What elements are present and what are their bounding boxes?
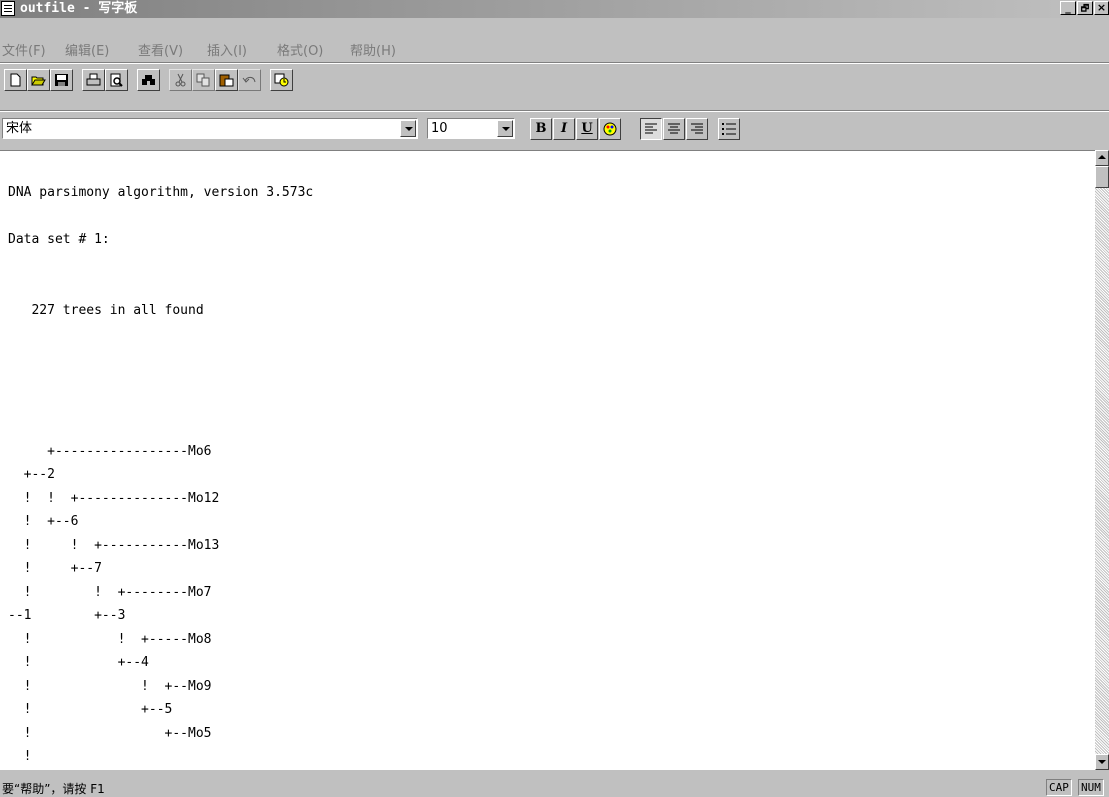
document-line: +--------------------Mo3	[8, 769, 313, 771]
document-line: ! +--6	[8, 514, 79, 529]
document-text[interactable]: DNA parsimony algorithm, version 3.573c …	[8, 181, 313, 770]
font-size-value: 10	[431, 121, 448, 136]
align-left-icon	[645, 123, 657, 134]
chevron-down-icon[interactable]	[497, 120, 513, 137]
underline-icon: U	[581, 121, 593, 136]
font-name-value: 宋体	[6, 121, 33, 136]
document-line: DNA parsimony algorithm, version 3.573c	[8, 185, 314, 200]
bullet-list-icon	[722, 123, 736, 135]
menu-view[interactable]: 查看(V)	[138, 40, 183, 59]
title-bar[interactable]: outfile - 写字板 _ 🗗 ×	[0, 0, 1109, 18]
color-palette-icon	[603, 122, 617, 136]
document-line: Data set # 1:	[8, 232, 110, 247]
minimize-button[interactable]: _	[1060, 1, 1076, 15]
scroll-thumb[interactable]	[1095, 166, 1109, 188]
italic-icon: I	[560, 121, 568, 136]
new-button[interactable]	[4, 69, 27, 91]
save-icon	[55, 74, 68, 86]
document-line: ! ! +-----------Mo13	[8, 537, 220, 553]
menu-insert[interactable]: 插入(I)	[207, 40, 247, 59]
cut-icon	[175, 73, 186, 87]
open-button[interactable]	[27, 69, 50, 91]
document-line: ! +--4	[8, 655, 149, 670]
document-line: ! ! +--------Mo7	[8, 584, 212, 600]
align-left-button[interactable]	[640, 118, 662, 140]
italic-button[interactable]: I	[553, 118, 575, 140]
document-line: !	[8, 749, 32, 764]
print-preview-button[interactable]	[105, 69, 128, 91]
scroll-up-icon[interactable]	[1095, 150, 1109, 166]
document-line: +--2	[8, 467, 55, 482]
vertical-scrollbar[interactable]	[1095, 150, 1109, 770]
font-name-combo[interactable]: 宋体	[2, 118, 418, 139]
restore-icon: 🗗	[1080, 4, 1090, 14]
caps-lock-indicator: CAP	[1046, 779, 1072, 796]
chevron-down-icon[interactable]	[400, 120, 416, 137]
print-icon	[86, 73, 101, 86]
undo-icon	[242, 76, 256, 83]
status-message: 要“帮助”，请按 F1	[2, 782, 105, 796]
wordpad-app-icon[interactable]	[1, 1, 15, 16]
align-right-button[interactable]	[686, 118, 708, 140]
close-icon: ×	[1096, 1, 1107, 14]
status-bar: 要“帮助”，请按 F1 CAP NUM	[0, 778, 1109, 797]
save-button[interactable]	[50, 69, 73, 91]
underline-button[interactable]: U	[576, 118, 598, 140]
print-button[interactable]	[82, 69, 105, 91]
menu-file[interactable]: 文件(F)	[2, 40, 46, 59]
bold-icon: B	[535, 121, 547, 136]
align-center-icon	[668, 123, 680, 134]
document-line: ! +--Mo5	[8, 725, 212, 741]
document-line: 227 trees in all found	[8, 302, 204, 318]
copy-button[interactable]	[192, 69, 215, 91]
maximize-button[interactable]: 🗗	[1077, 1, 1093, 15]
insert-datetime-button[interactable]	[270, 69, 293, 91]
divider	[0, 111, 1109, 112]
document-line: --1 +--3	[8, 608, 126, 623]
minimize-icon: _	[1065, 1, 1071, 14]
paste-button[interactable]	[215, 69, 238, 91]
open-icon	[31, 76, 46, 86]
close-button[interactable]: ×	[1094, 1, 1109, 15]
find-icon	[142, 75, 155, 85]
menu-edit[interactable]: 编辑(E)	[65, 40, 109, 59]
color-button[interactable]	[599, 118, 621, 140]
document-line: +-----------------Mo6	[8, 443, 212, 459]
document-line: ! ! +--Mo9	[8, 678, 212, 694]
paste-icon	[219, 74, 234, 87]
document-line: ! +--5	[8, 702, 173, 717]
bullets-button[interactable]	[718, 118, 740, 140]
window-title: outfile - 写字板	[20, 1, 138, 16]
align-right-icon	[691, 123, 703, 134]
undo-button[interactable]	[238, 69, 261, 91]
align-center-button[interactable]	[663, 118, 685, 140]
divider	[0, 63, 1109, 64]
menu-help[interactable]: 帮助(H)	[350, 40, 396, 59]
num-lock-indicator: NUM	[1078, 779, 1104, 796]
document-area[interactable]: DNA parsimony algorithm, version 3.573c …	[0, 150, 1095, 770]
document-line: ! +--7	[8, 561, 102, 576]
document-line: ! ! +--------------Mo12	[8, 490, 220, 506]
bold-button[interactable]: B	[530, 118, 552, 140]
document-line: ! ! +-----Mo8	[8, 631, 212, 647]
copy-icon	[196, 73, 210, 87]
new-icon	[10, 73, 21, 87]
scroll-down-icon[interactable]	[1095, 754, 1109, 770]
insert-datetime-icon	[274, 73, 289, 87]
print-preview-icon	[110, 73, 123, 87]
cut-button[interactable]	[169, 69, 192, 91]
menu-format[interactable]: 格式(O)	[277, 40, 323, 59]
font-size-combo[interactable]: 10	[427, 118, 515, 139]
find-button[interactable]	[137, 69, 160, 91]
